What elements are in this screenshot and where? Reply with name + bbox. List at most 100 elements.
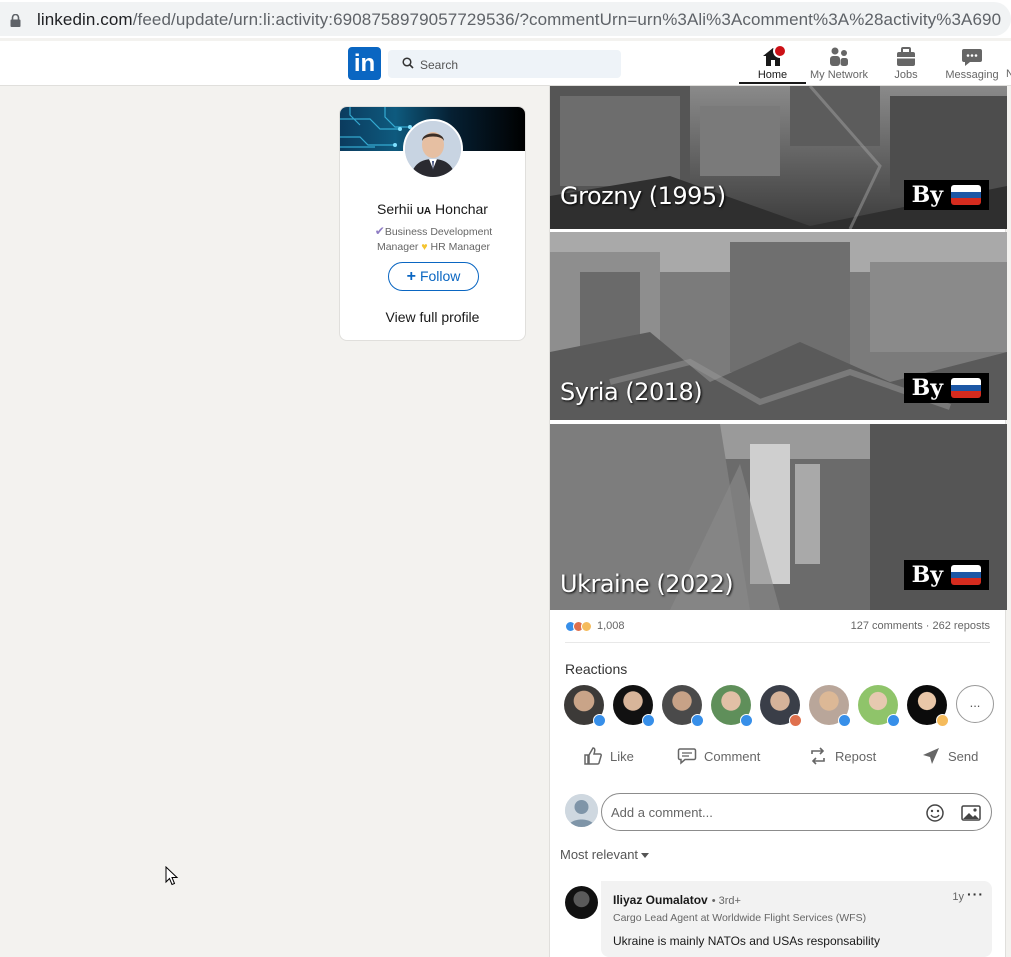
repost-button[interactable]: Repost bbox=[808, 746, 876, 766]
post-image-panel-syria[interactable]: Syria (2018) By bbox=[550, 232, 1007, 420]
like-icon bbox=[642, 714, 655, 727]
panel-tag-grozny: By bbox=[903, 180, 989, 210]
more-reactors-button[interactable]: ... bbox=[956, 685, 994, 723]
nav-home-label: Home bbox=[757, 69, 788, 81]
reaction-summary[interactable]: 1,008 bbox=[565, 620, 625, 632]
linkedin-logo[interactable]: in bbox=[348, 47, 381, 80]
comment-placeholder: Add a comment... bbox=[611, 805, 713, 820]
commenter-headline: Cargo Lead Agent at Worldwide Flight Ser… bbox=[613, 912, 867, 924]
comment-label: Comment bbox=[704, 748, 761, 764]
sort-label: Most relevant bbox=[560, 847, 639, 862]
reactor-avatar[interactable] bbox=[760, 685, 802, 727]
post-image-panel-grozny[interactable]: Grozny (1995) By bbox=[550, 86, 1007, 229]
profile-headline: ✔Business Development Manager ♥ HR Manag… bbox=[362, 224, 505, 255]
heart-icon: ♥ bbox=[421, 241, 428, 253]
russia-flag-icon bbox=[951, 185, 981, 205]
reactor-avatar[interactable] bbox=[809, 685, 851, 727]
country-tag: UA bbox=[416, 206, 432, 217]
follow-label: Follow bbox=[419, 268, 461, 284]
comments-reposts-count[interactable]: 127 comments · 262 reposts bbox=[851, 620, 990, 632]
browser-address-bar[interactable]: linkedin.com/feed/update/urn:li:activity… bbox=[0, 0, 1011, 38]
social-counts: 1,008 127 comments · 262 reposts bbox=[565, 617, 990, 643]
default-avatar-icon bbox=[565, 794, 598, 827]
caret-down-icon bbox=[641, 853, 650, 859]
headline-part-2: Manager bbox=[376, 241, 419, 253]
reaction-count: 1,008 bbox=[597, 620, 625, 632]
url-host: linkedin.com bbox=[37, 10, 133, 29]
sort-dropdown[interactable]: Most relevant bbox=[560, 847, 650, 862]
lock-icon bbox=[10, 14, 21, 27]
send-icon bbox=[923, 748, 939, 764]
post-image-panel-ukraine[interactable]: Ukraine (2022) By bbox=[550, 424, 1007, 610]
panel-tag-syria: By bbox=[903, 373, 989, 403]
top-nav: in Search Home My Network Jobs Messaging… bbox=[0, 41, 1011, 86]
send-label: Send bbox=[948, 748, 979, 764]
commenter-name[interactable]: Iliyaz Oumalatov • 3rd+ bbox=[613, 893, 741, 907]
emoji-icon[interactable] bbox=[925, 803, 945, 823]
profile-avatar[interactable] bbox=[403, 119, 463, 179]
plus-icon: + bbox=[406, 268, 416, 285]
reactor-avatar[interactable] bbox=[858, 685, 900, 727]
avatar-photo bbox=[405, 121, 461, 177]
image-icon[interactable] bbox=[961, 804, 981, 822]
reactions-heading: Reactions bbox=[565, 661, 628, 677]
russia-flag-icon bbox=[951, 565, 981, 585]
celebrate-icon bbox=[789, 714, 802, 727]
nav-my-network-label: My Network bbox=[809, 69, 869, 81]
profile-name[interactable]: Serhii UA Honchar bbox=[340, 201, 525, 217]
nav-overflow-label: N bbox=[1006, 68, 1011, 80]
like-icon bbox=[838, 714, 851, 727]
author-profile-card: Serhii UA Honchar ✔Business Development … bbox=[339, 106, 526, 341]
network-icon bbox=[830, 47, 848, 66]
commenter-avatar[interactable] bbox=[565, 886, 598, 919]
reactor-avatar[interactable] bbox=[564, 685, 606, 727]
reactor-avatar[interactable] bbox=[907, 685, 949, 727]
url-path: /feed/update/urn:li:activity:69087589790… bbox=[132, 10, 1002, 29]
like-icon bbox=[584, 747, 602, 765]
reactor-avatar[interactable] bbox=[711, 685, 753, 727]
comment-icon bbox=[677, 748, 697, 765]
mouse-cursor-icon bbox=[165, 866, 179, 886]
follow-button[interactable]: + Follow bbox=[388, 262, 479, 291]
connection-degree: • 3rd+ bbox=[711, 895, 741, 907]
comment-button[interactable]: Comment bbox=[677, 746, 760, 766]
nav-jobs[interactable]: Jobs bbox=[886, 44, 926, 84]
comment-input[interactable]: Add a comment... bbox=[601, 793, 992, 831]
panel-caption-grozny: Grozny (1995) bbox=[560, 182, 726, 210]
nav-jobs-label: Jobs bbox=[894, 69, 918, 81]
url-text[interactable]: linkedin.com/feed/update/urn:li:activity… bbox=[37, 10, 1001, 30]
panel-caption-syria: Syria (2018) bbox=[560, 378, 703, 406]
like-label: Like bbox=[610, 748, 634, 764]
commenter-name-text: Iliyaz Oumalatov bbox=[613, 893, 708, 907]
nav-my-network[interactable]: My Network bbox=[807, 44, 871, 84]
panel-by-label: By bbox=[911, 182, 943, 208]
panel-by-label: By bbox=[911, 375, 943, 401]
check-icon: ✔ bbox=[374, 224, 385, 238]
like-icon bbox=[593, 714, 606, 727]
like-icon bbox=[740, 714, 753, 727]
reactor-avatar[interactable] bbox=[662, 685, 704, 727]
comment-bubble: Iliyaz Oumalatov • 3rd+ 1y ··· Cargo Lead… bbox=[601, 881, 992, 957]
search-icon bbox=[402, 57, 414, 69]
comment-more-options[interactable]: ··· bbox=[967, 886, 984, 902]
headline-part-3: HR Manager bbox=[430, 241, 491, 253]
nav-home[interactable]: Home bbox=[739, 44, 806, 84]
like-icon bbox=[691, 714, 704, 727]
search-bar[interactable]: Search bbox=[388, 50, 621, 78]
view-full-profile-link[interactable]: View full profile bbox=[340, 309, 525, 325]
current-user-avatar bbox=[565, 794, 598, 827]
like-button[interactable]: Like bbox=[583, 746, 634, 766]
profile-last-name: Honchar bbox=[435, 201, 488, 217]
nav-messaging-label: Messaging bbox=[945, 69, 999, 81]
send-button[interactable]: Send bbox=[921, 746, 978, 766]
insightful-icon bbox=[936, 714, 949, 727]
nav-messaging[interactable]: Messaging bbox=[944, 44, 1000, 84]
profile-first-name: Serhii bbox=[377, 201, 413, 217]
address-pill[interactable]: linkedin.com/feed/update/urn:li:activity… bbox=[0, 2, 1011, 36]
briefcase-icon bbox=[897, 47, 915, 66]
russia-flag-icon bbox=[951, 378, 981, 398]
like-icon bbox=[887, 714, 900, 727]
headline-part-1: Business Development bbox=[384, 226, 493, 238]
reactor-avatar[interactable] bbox=[613, 685, 655, 727]
post-actions: Like Comment Repost Send bbox=[550, 746, 1007, 776]
